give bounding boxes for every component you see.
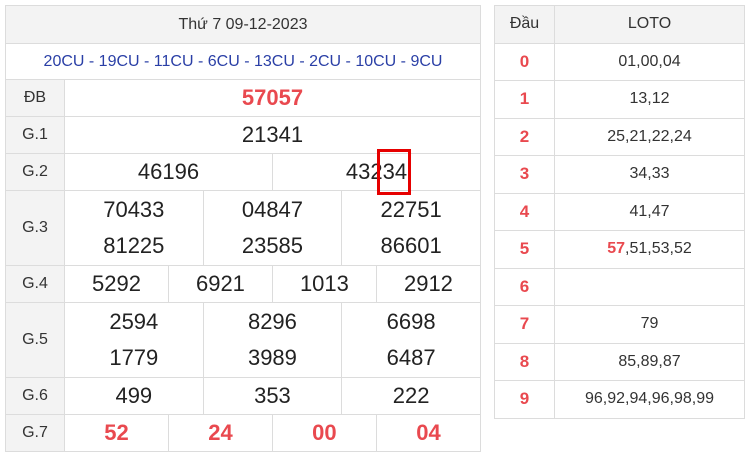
loto-head-digit: 8 bbox=[494, 342, 555, 381]
loto-row: 0 01,00,04 bbox=[494, 42, 745, 81]
highlighted-digits: 34 bbox=[376, 149, 412, 195]
draw-date: Thứ 7 09-12-2023 bbox=[5, 5, 481, 44]
prize-value: 86601 bbox=[380, 233, 442, 258]
prize-value: 222 bbox=[341, 377, 481, 415]
prize-label-g2: G.2 bbox=[5, 153, 65, 191]
loto-row: 8 85,89,87 bbox=[494, 342, 745, 381]
prize-value: 21341 bbox=[64, 116, 481, 154]
loto-row: 9 96,92,94,96,98,99 bbox=[494, 380, 745, 419]
prize-row-g5: G.5 2594 1779 8296 3989 6698 6487 bbox=[5, 302, 481, 378]
prize-value-pair: 70433 81225 bbox=[64, 190, 204, 266]
prize-value-pair: 8296 3989 bbox=[202, 302, 343, 378]
loto-values: 79 bbox=[554, 305, 745, 344]
lottery-results-table: Thứ 7 09-12-2023 20CU - 19CU - 11CU - 6C… bbox=[5, 5, 482, 452]
prize-row-g1: G.1 21341 bbox=[5, 116, 481, 154]
prize-value: 1013 bbox=[271, 265, 377, 303]
prize-value: 2594 bbox=[109, 309, 159, 334]
prize-value: 6487 bbox=[386, 345, 436, 370]
prize-value: 46196 bbox=[64, 153, 273, 191]
prize-value: 00 bbox=[271, 414, 377, 452]
prize-value: 70433 bbox=[103, 197, 165, 222]
prize-value: 81225 bbox=[103, 233, 165, 258]
loto-head-digit: 6 bbox=[494, 267, 555, 306]
special-prize-value: 57057 bbox=[64, 79, 481, 117]
loto-row: 4 41,47 bbox=[494, 192, 745, 231]
prize-label-g7: G.7 bbox=[5, 414, 65, 452]
prize-value: 3989 bbox=[247, 345, 297, 370]
prize-value: 22751 bbox=[380, 197, 442, 222]
loto-header-values: LOTO bbox=[554, 5, 745, 44]
loto-values: 41,47 bbox=[554, 192, 745, 231]
prize-value: 353 bbox=[202, 377, 343, 415]
loto-row: 1 13,12 bbox=[494, 80, 745, 119]
prize-row-db: ĐB 57057 bbox=[5, 79, 481, 117]
loto-head-digit: 9 bbox=[494, 380, 555, 419]
loto-header-head: Đầu bbox=[494, 5, 555, 44]
prize-label-g6: G.6 bbox=[5, 377, 65, 415]
prize-value-pair: 2594 1779 bbox=[64, 302, 204, 378]
prize-value: 6698 bbox=[386, 309, 436, 334]
loto-row: 6 bbox=[494, 267, 745, 306]
prize-row-g3: G.3 70433 81225 04847 23585 22751 86601 bbox=[5, 190, 481, 266]
prize-row-g2: G.2 46196 43234 bbox=[5, 149, 482, 195]
loto-head-digit: 1 bbox=[494, 80, 555, 119]
loto-values: 96,92,94,96,98,99 bbox=[554, 380, 745, 419]
loto-row: 7 79 bbox=[494, 305, 745, 344]
prize-label-g4: G.4 bbox=[5, 265, 65, 303]
prize-label-db: ĐB bbox=[5, 79, 65, 117]
prize-label-g5: G.5 bbox=[5, 302, 65, 378]
prize-value: 24 bbox=[167, 414, 273, 452]
prize-label-g1: G.1 bbox=[5, 116, 65, 154]
loto-head-digit: 4 bbox=[494, 192, 555, 231]
loto-special-value: 57 bbox=[607, 240, 626, 258]
loto-values: 85,89,87 bbox=[554, 342, 745, 381]
loto-values bbox=[554, 267, 745, 306]
loto-row: 2 25,21,22,24 bbox=[494, 117, 745, 156]
loto-values: 25,21,22,24 bbox=[554, 117, 745, 156]
prize-value-highlighted: 43234 bbox=[271, 149, 482, 195]
prize-value: 04847 bbox=[241, 197, 304, 222]
prize-value: 04 bbox=[375, 414, 482, 452]
prize-value-pair: 22751 86601 bbox=[341, 190, 481, 266]
prize-value: 52 bbox=[64, 414, 169, 452]
prize-value: 5292 bbox=[64, 265, 169, 303]
prize-value: 2912 bbox=[375, 265, 482, 303]
loto-values: 13,12 bbox=[554, 80, 745, 119]
prize-value: 1779 bbox=[109, 345, 159, 370]
loto-row: 5 57,51,53,52 bbox=[494, 230, 745, 269]
loto-values: 57,51,53,52 bbox=[554, 230, 745, 269]
prize-row-g6: G.6 499 353 222 bbox=[5, 377, 481, 415]
loto-values: 34,33 bbox=[554, 155, 745, 194]
loto-table: Đầu LOTO 0 01,00,04 1 13,12 2 25,21,22,24 3… bbox=[494, 5, 745, 419]
prize-row-g4: G.4 5292 6921 1013 2912 bbox=[5, 265, 482, 303]
loto-head-digit: 7 bbox=[494, 305, 555, 344]
prize-label-g3: G.3 bbox=[5, 190, 65, 266]
prize-value: 8296 bbox=[247, 309, 297, 334]
loto-head-digit: 3 bbox=[494, 155, 555, 194]
prize-value: 499 bbox=[64, 377, 204, 415]
prize-value: 23585 bbox=[241, 233, 304, 258]
highlight-box bbox=[376, 149, 412, 195]
loto-values-rest: ,51,53,52 bbox=[625, 240, 692, 258]
prize-value: 6921 bbox=[167, 265, 273, 303]
loto-head-digit: 0 bbox=[494, 42, 555, 81]
prize-value-pair: 6698 6487 bbox=[341, 302, 481, 378]
loto-head-digit: 5 bbox=[494, 230, 555, 269]
prize-value-pair: 04847 23585 bbox=[202, 190, 343, 266]
loto-row: 3 34,33 bbox=[494, 155, 745, 194]
loto-head-digit: 2 bbox=[494, 117, 555, 156]
prize-codes: 20CU - 19CU - 11CU - 6CU - 13CU - 2CU - … bbox=[5, 43, 481, 80]
prize-row-g7: G.7 52 24 00 04 bbox=[5, 414, 482, 452]
loto-values: 01,00,04 bbox=[554, 42, 745, 81]
